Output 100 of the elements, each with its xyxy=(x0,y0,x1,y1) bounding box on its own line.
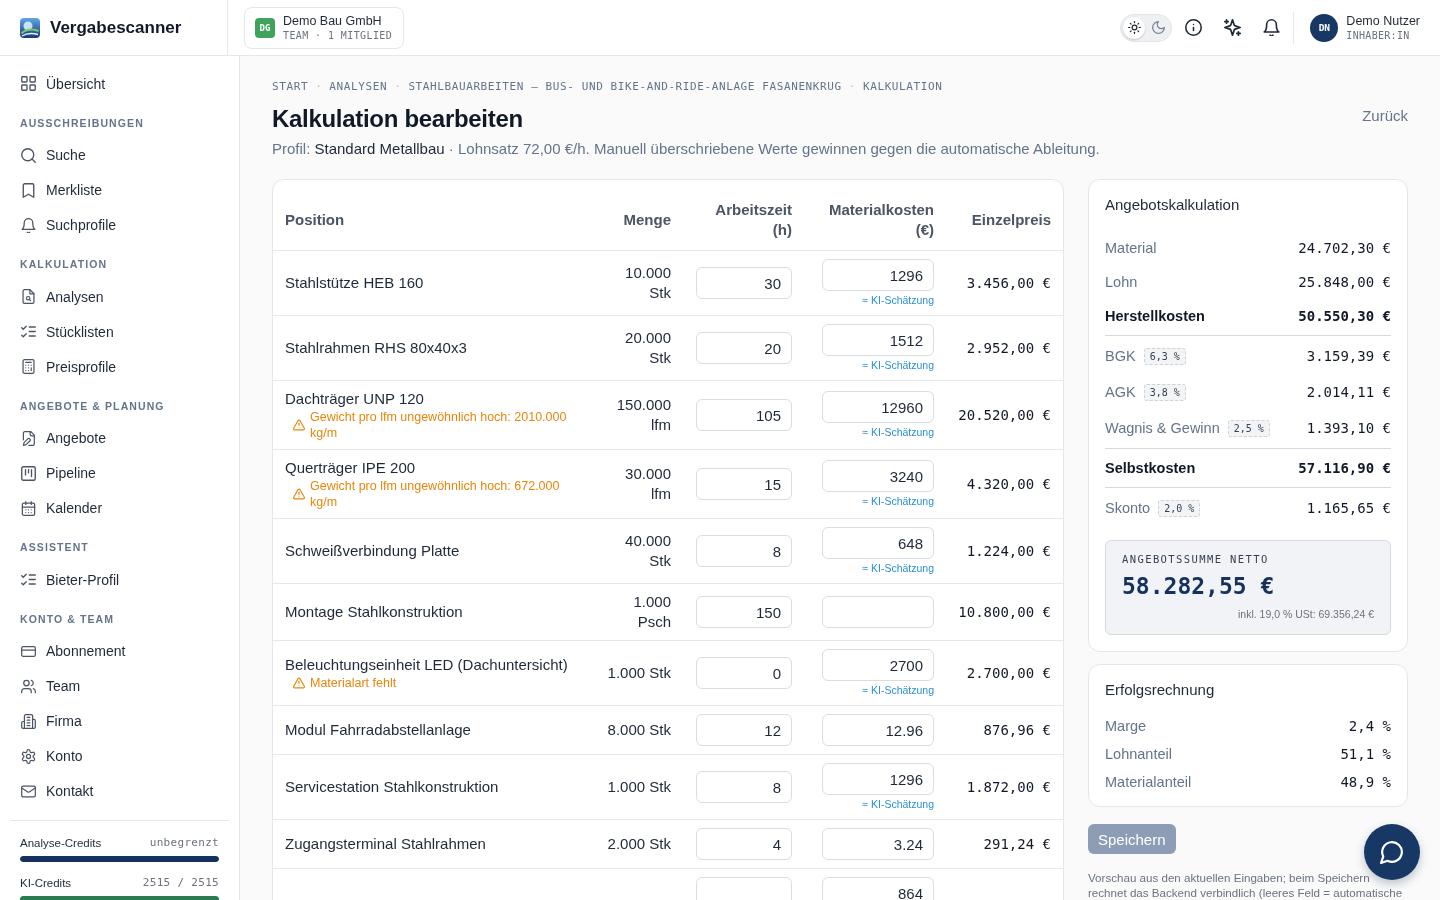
unit-price-text: 291,24 € xyxy=(983,836,1051,852)
bell-icon[interactable] xyxy=(1262,19,1280,36)
grid-icon xyxy=(21,76,36,91)
page-subtitle: Profil: Standard Metallbau · Lohnsatz 72,00 €/h. Manuell überschriebene Werte gewinnen gegen die automatische Ableitung. xyxy=(272,139,1101,159)
sidebar-item[interactable]: Stücklisten xyxy=(0,314,239,349)
page-title: Kalkulation bearbeiten xyxy=(272,104,524,134)
hours-input[interactable] xyxy=(696,877,792,900)
section-heading: ANGEBOTE & PLANUNG xyxy=(19,398,166,414)
sidebar-item[interactable]: Preisprofile xyxy=(0,349,239,384)
sidebar-item[interactable]: Firma xyxy=(0,703,239,739)
unit-price-text: 3.456,00 € xyxy=(966,275,1051,291)
sidebar-item[interactable]: Angebote xyxy=(0,420,239,456)
quantity-text: 150.000 lfm xyxy=(615,395,671,435)
hours-input[interactable]: 0 xyxy=(696,657,792,689)
sidebar-item[interactable]: Analysen xyxy=(0,279,239,314)
app-name: Vergabescanner xyxy=(50,17,182,38)
result-label: Marge xyxy=(1105,718,1147,734)
sun-icon xyxy=(1127,21,1141,34)
result-value: 48,9 % xyxy=(1340,774,1391,790)
material-cost-input[interactable]: 1512 xyxy=(822,324,934,356)
building-icon xyxy=(21,713,36,729)
search-icon xyxy=(21,147,36,163)
sidebar-item[interactable]: Bieter-Profil xyxy=(0,562,239,597)
sidebar-item[interactable]: Kalender xyxy=(0,490,239,526)
summary-value: 50.550,30 € xyxy=(1298,308,1391,324)
material-cost-input[interactable]: 1296 xyxy=(822,259,934,291)
user-avatar[interactable]: DN xyxy=(1310,13,1339,42)
org-switcher[interactable]: DG Demo Bau GmbH TEAM · 1 MITGLIED xyxy=(244,6,405,49)
position-name: Stahlrahmen RHS 80x40x3 xyxy=(285,338,468,358)
sparkles-icon[interactable] xyxy=(1223,19,1241,36)
ai-estimate-label: ≈ KI-Schätzung xyxy=(862,562,934,575)
summary-label: Selbstkosten xyxy=(1105,460,1196,476)
position-name: Beleuchtungseinheit LED (Dachuntersicht) xyxy=(285,655,569,675)
breadcrumb-link[interactable]: STAHLBAUARBEITEN — BUS- UND BIKE-AND-RIDE-ANLAGE FASANENKRUG xyxy=(408,80,842,94)
section-heading: AUSSCHREIBUNGEN xyxy=(19,115,145,131)
hours-input[interactable]: 20 xyxy=(696,332,792,364)
logo-icon xyxy=(20,17,40,38)
moon-icon xyxy=(1151,21,1165,34)
hours-input[interactable]: 150 xyxy=(696,596,792,628)
warning-text: Gewicht pro lfm ungewöhnlich hoch: 672.000 kg/m xyxy=(310,478,561,510)
hours-input[interactable]: 15 xyxy=(696,468,792,500)
position-name: Zugangsterminal Stahlrahmen xyxy=(285,834,487,854)
rate-badge: 6,3 % xyxy=(1143,347,1186,365)
result-label: Materialanteil xyxy=(1105,774,1192,790)
material-cost-input[interactable]: 3.24 xyxy=(822,828,934,860)
sidebar-item[interactable]: Abonnement xyxy=(0,633,239,669)
sidebar-item[interactable]: Suchprofile xyxy=(0,207,239,243)
summary-value: 1.393,10 € xyxy=(1306,420,1391,436)
material-cost-input[interactable]: 3240 xyxy=(822,460,934,492)
breadcrumb-link[interactable]: ANALYSEN xyxy=(329,80,388,94)
unit-price-text: 1.224,00 € xyxy=(966,543,1051,559)
breadcrumb-link[interactable]: START xyxy=(272,80,309,94)
material-cost-input[interactable]: 648 xyxy=(822,527,934,559)
position-name: Querträger IPE 200 xyxy=(285,458,417,478)
unit-price-text: 10.800,00 € xyxy=(958,604,1051,620)
ai-estimate-label: ≈ KI-Schätzung xyxy=(862,294,934,307)
material-cost-input[interactable]: 2700 xyxy=(822,649,934,681)
sidebar-item[interactable]: Merkliste xyxy=(0,172,239,208)
sidebar-item[interactable]: Suche xyxy=(0,137,239,173)
sidebar-item[interactable]: Kontakt xyxy=(0,773,239,809)
material-cost-input[interactable] xyxy=(822,596,934,628)
sidebar-item[interactable]: Konto xyxy=(0,738,239,774)
column-header: Materialkosten (€) xyxy=(828,200,934,240)
info-icon[interactable] xyxy=(1184,19,1202,36)
kanban-icon xyxy=(21,465,36,481)
file-pen-icon xyxy=(21,430,36,446)
quantity-text: 8.000 Stk xyxy=(607,720,671,740)
summary-value: 24.702,30 € xyxy=(1298,240,1391,256)
material-cost-input[interactable]: 1296 xyxy=(822,763,934,795)
summary-label: Material xyxy=(1105,240,1157,256)
light-theme-button[interactable] xyxy=(1123,16,1146,39)
bookmark-icon xyxy=(21,182,36,198)
back-link[interactable]: Zurück xyxy=(1362,107,1408,124)
net-total-value: 58.282,55 € xyxy=(1122,572,1276,601)
column-header: Position xyxy=(285,210,345,230)
position-name: Stahlstütze HEB 160 xyxy=(285,273,425,293)
sidebar-item[interactable]: Team xyxy=(0,668,239,704)
hours-input[interactable]: 30 xyxy=(696,267,792,299)
position-name: Servicestation Stahlkonstruktion xyxy=(285,777,500,797)
result-value: 51,1 % xyxy=(1340,746,1391,762)
material-cost-input[interactable]: 864 xyxy=(822,877,934,900)
material-cost-input[interactable]: 12.96 xyxy=(822,714,934,746)
hours-input[interactable]: 8 xyxy=(696,771,792,803)
quantity-text: 1.000 Stk xyxy=(607,663,671,683)
vat-note: inkl. 19,0 % USt: 69.356,24 € xyxy=(1237,607,1374,621)
rate-badge: 2,0 % xyxy=(1158,499,1201,517)
breadcrumb-separator: · xyxy=(848,80,856,94)
hours-input[interactable]: 8 xyxy=(696,535,792,567)
material-cost-input[interactable]: 12960 xyxy=(822,391,934,423)
summary-label: BGK xyxy=(1105,348,1136,364)
org-avatar: DG xyxy=(255,17,275,38)
sidebar-item[interactable]: Pipeline xyxy=(0,455,239,491)
checklist-icon xyxy=(21,324,36,339)
hours-input[interactable]: 4 xyxy=(696,828,792,860)
hours-input[interactable]: 12 xyxy=(696,714,792,746)
hours-input[interactable]: 105 xyxy=(696,399,792,431)
summary-label: Wagnis & Gewinn xyxy=(1105,420,1220,436)
quantity-text: 1.000 Stk xyxy=(607,777,671,797)
breadcrumb-link[interactable]: KALKULATION xyxy=(862,80,943,94)
sidebar-item[interactable]: Übersicht xyxy=(0,66,239,101)
